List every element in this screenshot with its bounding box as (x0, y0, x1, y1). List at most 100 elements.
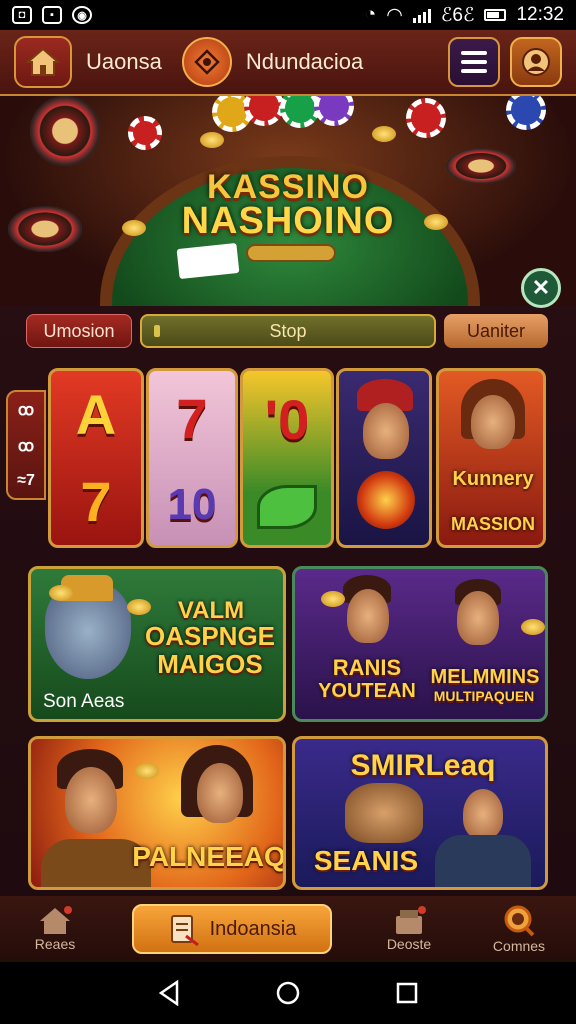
emblem-button[interactable] (181, 37, 232, 87)
menu-icon (461, 51, 487, 55)
nav-search[interactable]: Comnes (464, 904, 574, 954)
game-tile-1-caption: Son Aeas (43, 691, 125, 712)
game-tile-3-title: PALNEEAQ (132, 841, 286, 872)
game-tile-3[interactable]: PALNEEAQ (28, 736, 286, 890)
coin (49, 585, 73, 601)
system-nav-bar (0, 962, 576, 1024)
chip (314, 96, 354, 126)
side-tab[interactable]: ꝏ ꝏ ≈7 (6, 390, 46, 500)
game-tile-2-title-line3: MELMMINS (430, 666, 540, 688)
nav-home[interactable]: Reaes (0, 906, 110, 952)
man-shirt (435, 835, 531, 887)
chip (406, 98, 446, 138)
game-tile-2-title-line2: YOUTEAN (318, 680, 416, 702)
game-tile-2-title-line4: MULTIPAQUEN (433, 688, 535, 704)
menu-button[interactable] (448, 37, 500, 87)
game-tile-2[interactable]: RANIS YOUTEAN MELMMINS MULTIPAQUEN (292, 566, 548, 722)
reel-symbol-top: 7 (176, 386, 208, 450)
fire-orb (357, 471, 415, 529)
portrait-title-line2: MASSION (450, 514, 535, 534)
game-tile-4-title-line2: SEANIS (313, 845, 419, 876)
search-icon (504, 905, 535, 937)
slot-reel-1[interactable]: A 7 (48, 368, 144, 548)
network-label: ℰ6ℰ (440, 4, 475, 26)
reel-symbol-top: '0 (264, 388, 310, 452)
slot-portrait-warrior[interactable] (336, 368, 432, 548)
table-plate (246, 244, 336, 262)
man-face (463, 789, 503, 839)
filter-left-button[interactable]: Umosion (26, 314, 132, 348)
house-icon (40, 906, 72, 934)
coin (521, 619, 545, 635)
chip (128, 116, 162, 150)
warrior-face (363, 403, 409, 459)
photo-notification-icon: ◘ (12, 6, 32, 24)
game-tile-1-title-line1: VALM (177, 597, 245, 624)
signal-icon (412, 7, 431, 23)
coin (200, 132, 224, 148)
gallery-notification-icon: ▪ (42, 6, 62, 24)
chip (506, 96, 546, 130)
slot-reel-3[interactable]: '0 (240, 368, 334, 548)
recents-icon[interactable] (395, 981, 419, 1005)
user-icon (522, 48, 550, 76)
slot-portrait-mission[interactable]: Kunnery MASSION (436, 368, 546, 548)
app-notification-icon: ◉ (72, 6, 92, 24)
nav-search-label: Comnes (492, 938, 546, 954)
wifi-icon: ◠ (386, 4, 403, 26)
coin (135, 763, 159, 779)
nav-cta-button[interactable]: Indoansia (132, 904, 332, 954)
nav-deposit[interactable]: Deoste (354, 906, 464, 952)
profile-button[interactable] (510, 37, 562, 87)
woman-face (197, 763, 243, 823)
close-banner-button[interactable]: ✕ (521, 268, 561, 308)
hero-title-line2: NASHOINO (181, 200, 395, 242)
hero-banner[interactable]: KASSINO NASHOINO (0, 96, 576, 306)
hero-face-left (347, 589, 389, 643)
clock: 12:32 (516, 4, 564, 25)
house-icon (26, 47, 60, 76)
game-tile-2-title-line1: RANIS (332, 655, 402, 680)
nav-deposit-label: Deoste (386, 936, 432, 952)
game-tile-1-title-line3: MAIGOS (157, 649, 263, 679)
playing-cards (176, 242, 240, 280)
dog-figure (345, 783, 423, 843)
app-screen: ◘ ▪ ◉ ◔ ◠ ℰ6ℰ 12:32 Uaonsa Ndundacioa KA… (0, 0, 576, 1024)
status-bar: ◘ ▪ ◉ ◔ ◠ ℰ6ℰ 12:32 (0, 0, 576, 30)
home-circle-icon[interactable] (275, 980, 301, 1006)
filter-center-button[interactable]: Stop (140, 314, 436, 348)
side-tab-item: ꝏ (17, 438, 35, 455)
slider-knob (154, 325, 160, 337)
coin (372, 126, 396, 142)
register-icon (396, 906, 426, 934)
game-tile-4[interactable]: SMIRLeaq SEANIS (292, 736, 548, 890)
nav-home-label: Reaes (34, 936, 76, 952)
hero-face-right (457, 591, 499, 645)
roulette-wheel-left (20, 96, 110, 176)
side-tab-item: ≈7 (17, 472, 35, 489)
bottom-nav: Reaes Indoansia Deoste Comnes (0, 896, 576, 962)
diamond-icon (194, 49, 220, 75)
battery-icon (484, 9, 507, 21)
close-icon: ✕ (531, 275, 551, 300)
woman-face (471, 395, 515, 449)
coin (321, 591, 345, 607)
game-tile-4-title-line1: SMIRLeaq (350, 749, 496, 782)
filter-center-label: Stop (269, 320, 307, 341)
nav-cta-label: Indoansia (209, 917, 297, 940)
reel-symbol-bottom: 10 (167, 480, 217, 530)
reel-symbol-top: A (75, 383, 117, 446)
side-tab-item: ꝏ (17, 402, 35, 419)
game-tile-1[interactable]: VALM OASPNGE MAIGOS Son Aeas (28, 566, 286, 722)
slot-reel-2[interactable]: 7 10 (146, 368, 238, 548)
reel-symbol-bottom: 7 (80, 470, 112, 533)
filter-bar: Umosion Stop Uaniter (0, 308, 576, 354)
home-button[interactable] (14, 36, 72, 88)
game-tile-1-title-line2: OASPNGE (144, 621, 276, 651)
header-subtitle: Ndundacioa (245, 49, 364, 74)
portrait-title-line1: Kunnery (452, 468, 534, 490)
back-icon[interactable] (157, 980, 181, 1006)
header-title: Uaonsa (86, 49, 162, 74)
filter-right-button[interactable]: Uaniter (444, 314, 548, 348)
sync-icon: ◔ (364, 4, 377, 25)
